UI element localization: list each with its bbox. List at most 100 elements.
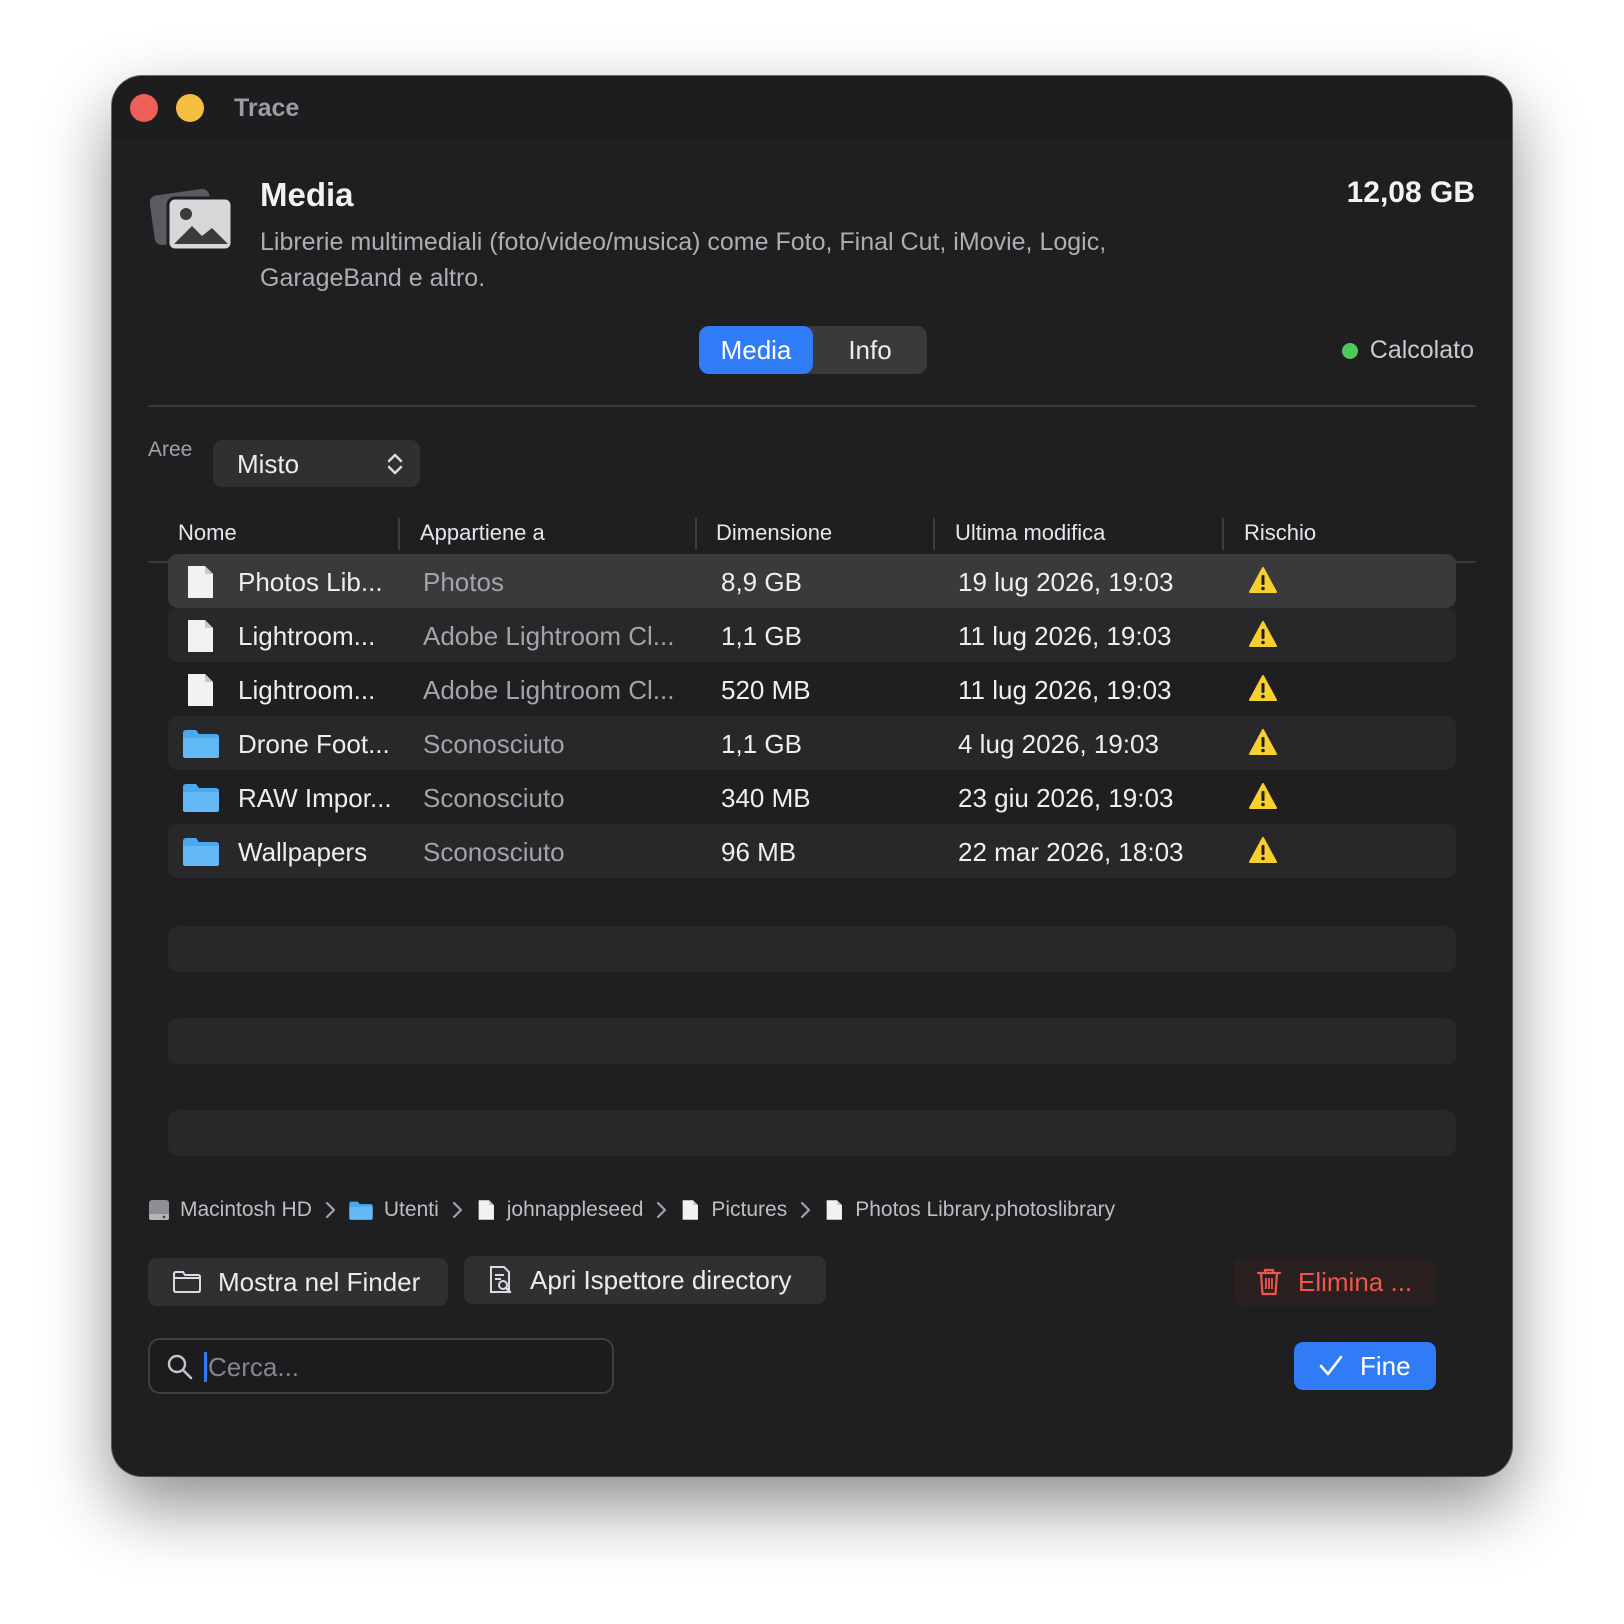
search-placeholder: Cerca... xyxy=(208,1352,300,1382)
document-icon xyxy=(188,620,213,652)
chevron-up-down-icon xyxy=(387,453,403,475)
folder-icon xyxy=(349,1201,373,1220)
area-filter-value: Misto xyxy=(237,449,300,479)
breadcrumb-label: Macintosh HD xyxy=(180,1198,312,1221)
status-dot-icon xyxy=(1341,342,1358,359)
column-separator[interactable] xyxy=(398,518,400,550)
tab-info[interactable]: Info xyxy=(813,326,927,374)
row-modified: 11 lug 2026, 19:03 xyxy=(958,675,1172,705)
folder-icon xyxy=(183,784,219,812)
warning-icon xyxy=(1249,837,1277,863)
empty-table-row xyxy=(168,926,1456,972)
search-icon xyxy=(167,1354,193,1380)
breadcrumb-label: johnappleseed xyxy=(506,1198,644,1221)
folder-outline-icon xyxy=(173,1271,201,1293)
window-title: Trace xyxy=(234,94,300,122)
row-size: 340 MB xyxy=(721,783,811,813)
row-owner: Sconosciuto xyxy=(423,837,565,867)
table-row[interactable]: Lightroom... Adobe Lightroom Cl... 1,1 G… xyxy=(168,608,1456,662)
breadcrumb-label: Photos Library.photoslibrary xyxy=(855,1198,1116,1221)
delete-label: Elimina ... xyxy=(1298,1266,1413,1297)
column-header-risk[interactable]: Rischio xyxy=(1244,520,1316,546)
breadcrumb-item[interactable]: johnappleseed xyxy=(475,1198,644,1222)
breadcrumb-item[interactable]: Photos Library.photoslibrary xyxy=(823,1198,1115,1222)
search-field[interactable]: Cerca... xyxy=(148,1338,614,1394)
column-separator[interactable] xyxy=(695,518,697,550)
table-row[interactable]: Lightroom... Adobe Lightroom Cl... 520 M… xyxy=(168,662,1456,716)
column-separator[interactable] xyxy=(1222,518,1224,550)
empty-table-row xyxy=(168,1110,1456,1156)
row-size: 1,1 GB xyxy=(721,729,802,759)
row-modified: 22 mar 2026, 18:03 xyxy=(958,837,1184,867)
column-header-modified[interactable]: Ultima modifica xyxy=(955,520,1105,546)
row-size: 520 MB xyxy=(721,675,811,705)
row-name: Lightroom... xyxy=(238,675,376,705)
row-owner: Adobe Lightroom Cl... xyxy=(423,675,675,705)
row-modified: 19 lug 2026, 19:03 xyxy=(958,567,1174,597)
row-owner: Photos xyxy=(423,567,504,597)
row-name: RAW Impor... xyxy=(238,783,392,813)
title-bar: Trace xyxy=(112,76,1512,140)
column-header-owner[interactable]: Appartiene a xyxy=(420,520,545,546)
column-header-name[interactable]: Nome xyxy=(178,520,237,546)
category-title: Media xyxy=(260,176,354,213)
warning-icon xyxy=(1249,621,1277,647)
column-header-size[interactable]: Dimensione xyxy=(716,520,832,546)
view-segmented-control: Media Info xyxy=(699,326,927,374)
row-size: 1,1 GB xyxy=(721,621,802,651)
row-modified: 4 lug 2026, 19:03 xyxy=(958,729,1159,759)
table-row[interactable]: Drone Foot... Sconosciuto 1,1 GB 4 lug 2… xyxy=(168,716,1456,770)
done-button[interactable]: Fine xyxy=(1294,1342,1436,1390)
category-total-size: 12,08 GB xyxy=(1346,176,1475,209)
category-description: Librerie multimediali (foto/video/musica… xyxy=(260,228,1107,292)
empty-table-row xyxy=(168,1018,1456,1064)
table-row[interactable]: Photos Lib... Photos 8,9 GB 19 lug 2026,… xyxy=(168,554,1456,608)
breadcrumb-item[interactable]: Macintosh HD xyxy=(148,1198,312,1222)
warning-icon xyxy=(1249,729,1277,755)
column-separator[interactable] xyxy=(933,518,935,550)
breadcrumb-label: Pictures xyxy=(711,1198,788,1221)
status-label: Calcolato xyxy=(1369,336,1474,364)
close-window-button[interactable] xyxy=(130,94,158,122)
area-filter-select[interactable]: Misto xyxy=(213,440,420,487)
folder-icon xyxy=(183,838,219,866)
table-row[interactable]: Wallpapers Sconosciuto 96 MB 22 mar 2026… xyxy=(168,824,1456,878)
document-icon xyxy=(826,1200,843,1220)
show-in-finder-button[interactable]: Mostra nel Finder xyxy=(148,1258,448,1306)
header-divider xyxy=(148,405,1476,407)
document-icon xyxy=(188,566,213,598)
area-filter-label: Aree xyxy=(148,438,193,461)
breadcrumb-item[interactable]: Utenti xyxy=(348,1198,439,1222)
row-modified: 23 giu 2026, 19:03 xyxy=(958,783,1174,813)
chevron-right-icon xyxy=(799,1201,811,1219)
row-name: Lightroom... xyxy=(238,621,376,651)
delete-button[interactable]: Elimina ... xyxy=(1234,1258,1436,1306)
done-label: Fine xyxy=(1360,1350,1411,1381)
document-magnifier-icon xyxy=(490,1266,512,1294)
warning-icon xyxy=(1249,783,1277,809)
open-directory-inspector-button[interactable]: Apri Ispettore directory xyxy=(464,1256,826,1304)
photo-library-icon xyxy=(149,184,236,254)
row-name: Photos Lib... xyxy=(238,567,383,597)
path-breadcrumb: Macintosh HD Utenti johnappleseed Pictur… xyxy=(148,1194,1115,1226)
show-in-finder-label: Mostra nel Finder xyxy=(218,1266,421,1297)
tab-media[interactable]: Media xyxy=(699,326,813,374)
disk-icon xyxy=(149,1200,169,1220)
warning-icon xyxy=(1249,567,1277,593)
table-row[interactable]: RAW Impor... Sconosciuto 340 MB 23 giu 2… xyxy=(168,770,1456,824)
checkmark-icon xyxy=(1319,1355,1343,1376)
breadcrumb-label: Utenti xyxy=(383,1198,439,1221)
trace-window: Trace Media Librerie multimediali (foto/… xyxy=(112,76,1512,1476)
minimize-window-button[interactable] xyxy=(176,94,204,122)
folder-icon xyxy=(183,730,219,758)
text-caret xyxy=(204,1352,207,1382)
chevron-right-icon xyxy=(324,1201,336,1219)
row-size: 8,9 GB xyxy=(721,567,802,597)
open-inspector-label: Apri Ispettore directory xyxy=(530,1264,792,1295)
row-modified: 11 lug 2026, 19:03 xyxy=(958,621,1172,651)
row-name: Drone Foot... xyxy=(238,729,390,759)
row-owner: Sconosciuto xyxy=(423,783,565,813)
breadcrumb-item[interactable]: Pictures xyxy=(679,1198,787,1222)
chevron-right-icon xyxy=(451,1201,463,1219)
document-icon xyxy=(683,1200,699,1220)
